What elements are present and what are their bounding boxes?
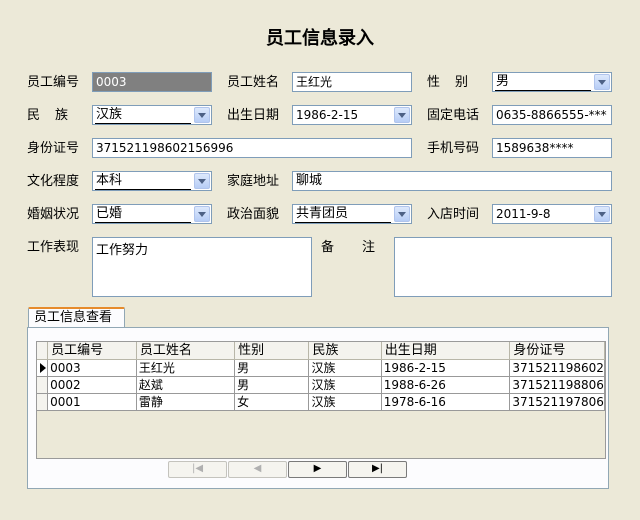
employee-grid[interactable]: 员工编号 员工姓名 性别 民族 出生日期 身份证号 0003 王红光 男 汉族 …: [36, 341, 606, 459]
grid-header[interactable]: 出生日期: [381, 342, 511, 360]
label-hire-date: 入店时间: [427, 207, 480, 222]
table-row[interactable]: 0001 雷静 女 汉族 1978-6-16 371521197806: [37, 393, 605, 411]
mobile-field[interactable]: 1589638****: [492, 138, 612, 158]
label-gender-text: 性别: [427, 75, 484, 90]
education-value: 本科: [95, 173, 191, 190]
grid-corner: [37, 342, 49, 360]
chevron-down-icon[interactable]: [194, 173, 210, 189]
tab-employee-view[interactable]: 员工信息查看: [28, 307, 125, 328]
label-id-no: 身份证号: [27, 141, 80, 156]
grid-cell[interactable]: 汉族: [308, 376, 382, 394]
label-address: 家庭地址: [227, 174, 280, 189]
grid-cell[interactable]: 赵斌: [136, 376, 236, 394]
label-remark-text: 备注: [321, 240, 404, 255]
chevron-down-icon[interactable]: [394, 107, 410, 123]
grid-header[interactable]: 身份证号: [509, 342, 605, 360]
grid-cell[interactable]: 男: [234, 376, 310, 394]
table-row[interactable]: 0003 王红光 男 汉族 1986-2-15 371521198602: [37, 359, 605, 377]
prev-record-button[interactable]: ◀: [228, 461, 287, 478]
grid-header[interactable]: 性别: [234, 342, 310, 360]
marital-value: 已婚: [95, 206, 191, 223]
ethnicity-combo[interactable]: 汉族: [92, 105, 212, 125]
label-landline: 固定电话: [427, 108, 480, 123]
label-ethnicity: 民族: [27, 108, 84, 123]
gender-value: 男: [495, 74, 591, 91]
grid-cell[interactable]: 男: [234, 359, 310, 377]
label-performance: 工作表现: [27, 240, 80, 255]
grid-header[interactable]: 员工姓名: [136, 342, 236, 360]
political-value: 共青团员: [295, 206, 391, 223]
grid-cell[interactable]: 371521197806: [509, 393, 605, 411]
label-education: 文化程度: [27, 174, 80, 189]
chevron-down-icon[interactable]: [594, 74, 610, 90]
grid-cell[interactable]: 1986-2-15: [381, 359, 511, 377]
address-field[interactable]: 聊城: [292, 171, 612, 191]
label-remark: 备注: [321, 238, 379, 258]
grid-cell[interactable]: 371521198602: [509, 359, 605, 377]
label-emp-name: 员工姓名: [227, 75, 280, 90]
emp-no-field[interactable]: 0003: [92, 72, 212, 92]
grid-header[interactable]: 民族: [308, 342, 382, 360]
label-mobile: 手机号码: [427, 141, 480, 156]
grid-cell[interactable]: 0003: [47, 359, 137, 377]
chevron-down-icon[interactable]: [194, 107, 210, 123]
hire-date-value: 2011-9-8: [496, 207, 551, 221]
birth-date-value: 1986-2-15: [296, 108, 359, 122]
grid-cell[interactable]: 0001: [47, 393, 137, 411]
performance-memo[interactable]: 工作努力: [92, 237, 312, 297]
label-birth-date: 出生日期: [227, 108, 280, 123]
grid-cell[interactable]: 王红光: [136, 359, 236, 377]
emp-name-field[interactable]: 王红光: [292, 72, 412, 92]
label-gender: 性别: [427, 73, 482, 93]
label-marital: 婚姻状况: [27, 207, 80, 222]
grid-cell[interactable]: 汉族: [308, 359, 382, 377]
chevron-down-icon[interactable]: [394, 206, 410, 222]
row-indicator-icon: [37, 359, 49, 377]
grid-cell[interactable]: 0002: [47, 376, 137, 394]
next-record-button[interactable]: ▶: [288, 461, 347, 478]
grid-cell[interactable]: 女: [234, 393, 310, 411]
id-no-field[interactable]: 371521198602156996: [92, 138, 412, 158]
row-indicator: [37, 376, 49, 394]
row-indicator: [37, 393, 49, 411]
label-emp-no: 员工编号: [27, 75, 80, 90]
chevron-down-icon[interactable]: [194, 206, 210, 222]
grid-cell[interactable]: 汉族: [308, 393, 382, 411]
marital-combo[interactable]: 已婚: [92, 204, 212, 224]
grid-header[interactable]: 员工编号: [47, 342, 137, 360]
grid-cell[interactable]: 371521198806: [509, 376, 605, 394]
grid-cell[interactable]: 1978-6-16: [381, 393, 511, 411]
ethnicity-value: 汉族: [95, 107, 191, 124]
political-combo[interactable]: 共青团员: [292, 204, 412, 224]
first-record-button[interactable]: |◀: [168, 461, 227, 478]
remark-memo[interactable]: [394, 237, 612, 297]
label-political: 政治面貌: [227, 207, 280, 222]
form-title: 员工信息录入: [266, 28, 374, 49]
landline-field[interactable]: 0635-8866555-***: [492, 105, 612, 125]
birth-date-picker[interactable]: 1986-2-15: [292, 105, 412, 125]
education-combo[interactable]: 本科: [92, 171, 212, 191]
grid-cell[interactable]: 1988-6-26: [381, 376, 511, 394]
gender-combo[interactable]: 男: [492, 72, 612, 92]
last-record-button[interactable]: ▶|: [348, 461, 407, 478]
chevron-down-icon[interactable]: [594, 206, 610, 222]
hire-date-picker[interactable]: 2011-9-8: [492, 204, 612, 224]
table-row[interactable]: 0002 赵斌 男 汉族 1988-6-26 371521198806: [37, 376, 605, 394]
grid-cell[interactable]: 雷静: [136, 393, 236, 411]
